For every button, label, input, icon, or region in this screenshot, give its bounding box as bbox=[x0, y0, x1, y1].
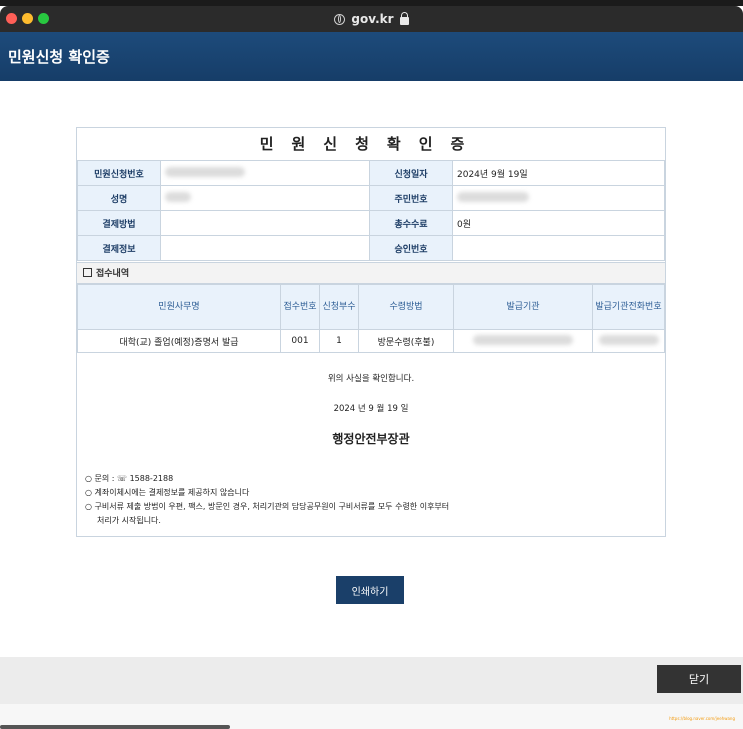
page-title: 민원신청 확인증 bbox=[8, 48, 110, 66]
resident-no-label: 주민번호 bbox=[369, 185, 453, 211]
col-header-agency: 발급기관 bbox=[453, 284, 593, 330]
total-fee-label: 총수수료 bbox=[369, 210, 453, 236]
payment-info-label: 결제정보 bbox=[77, 235, 161, 261]
resident-no-value bbox=[452, 185, 665, 211]
col-header-method: 수령방법 bbox=[358, 284, 454, 330]
receipt-table: 민원사무명 접수번호 신청부수 수령방법 발급기관 발급기관전화번호 대학(교)… bbox=[77, 284, 665, 353]
address-bar[interactable]: gov.kr bbox=[0, 6, 743, 32]
cell-agency-phone bbox=[592, 329, 665, 353]
lock-icon bbox=[399, 12, 409, 25]
cell-method: 방문수령(후불) bbox=[358, 329, 454, 353]
applicant-info-table: 민원신청번호 신청일자 2024년 9월 19일 성명 주민번호 결제방법 총수… bbox=[77, 160, 665, 261]
redacted-application-no bbox=[165, 166, 245, 177]
table-row: 대학(교) 졸업(예정)증명서 발급 001 1 방문수령(후불) bbox=[77, 329, 665, 353]
payment-method-value bbox=[160, 210, 370, 236]
application-date-value: 2024년 9월 19일 bbox=[452, 160, 665, 186]
horizontal-scrollbar[interactable] bbox=[0, 725, 230, 729]
notes-list: ○ 문의 : ☏ 1588-2188 ○ 계좌이체시에는 결제정보를 제공하지 … bbox=[85, 472, 449, 528]
note-item: ○ 문의 : ☏ 1588-2188 bbox=[85, 474, 174, 483]
name-value bbox=[160, 185, 370, 211]
payment-method-label: 결제방법 bbox=[77, 210, 161, 236]
cell-receipt-no: 001 bbox=[280, 329, 320, 353]
approval-no-label: 승인번호 bbox=[369, 235, 453, 261]
cell-service: 대학(교) 졸업(예정)증명서 발급 bbox=[77, 329, 281, 353]
cell-copies: 1 bbox=[319, 329, 359, 353]
application-no-value bbox=[160, 160, 370, 186]
footer-bar: 닫기 bbox=[0, 657, 743, 704]
checkbox-square-icon bbox=[83, 268, 92, 277]
receipt-section-header: 접수내역 bbox=[77, 262, 665, 284]
issue-date: 2024 년 9 월 19 일 bbox=[333, 404, 409, 414]
page-header: 민원신청 확인증 bbox=[0, 32, 743, 81]
certificate-title: 민원신청확인증 bbox=[259, 135, 483, 153]
redacted-agency bbox=[473, 334, 573, 345]
close-button[interactable]: 닫기 bbox=[657, 665, 741, 693]
col-header-agency-phone: 발급기관전화번호 bbox=[592, 284, 665, 330]
globe-icon bbox=[334, 13, 346, 25]
application-no-label: 민원신청번호 bbox=[77, 160, 161, 186]
approval-no-value bbox=[452, 235, 665, 261]
col-header-service: 민원사무명 bbox=[77, 284, 281, 330]
col-header-copies: 신청부수 bbox=[319, 284, 359, 330]
payment-info-value bbox=[160, 235, 370, 261]
name-label: 성명 bbox=[77, 185, 161, 211]
col-header-receipt-no: 접수번호 bbox=[280, 284, 320, 330]
note-item: ○ 구비서류 제출 방법이 우편, 팩스, 방문인 경우, 처리기관의 담당공무… bbox=[85, 502, 450, 511]
note-item: 처리가 시작됩니다. bbox=[97, 516, 161, 525]
redacted-agency-phone bbox=[598, 334, 659, 345]
application-date-label: 신청일자 bbox=[369, 160, 453, 186]
certificate-card: 민원신청확인증 민원신청번호 신청일자 2024년 9월 19일 성명 주민번호… bbox=[76, 127, 666, 537]
url-domain: gov.kr bbox=[351, 12, 394, 26]
note-item: ○ 계좌이체시에는 결제정보를 제공하지 않습니다 bbox=[85, 488, 250, 497]
total-fee-value: 0원 bbox=[452, 210, 665, 236]
confirm-text: 위의 사실을 확인합니다. bbox=[327, 374, 415, 384]
issuing-agency: 행정안전부장관 bbox=[332, 432, 410, 446]
receipt-section-title: 접수내역 bbox=[96, 269, 130, 279]
cell-agency bbox=[453, 329, 593, 353]
watermark-credit: https://blog.naver.com/jeehwang bbox=[669, 716, 735, 721]
print-button[interactable]: 인쇄하기 bbox=[336, 576, 404, 604]
redacted-name bbox=[165, 191, 191, 202]
redacted-resident-no bbox=[457, 191, 529, 202]
bottom-strip: https://blog.naver.com/jeehwang bbox=[0, 704, 743, 729]
